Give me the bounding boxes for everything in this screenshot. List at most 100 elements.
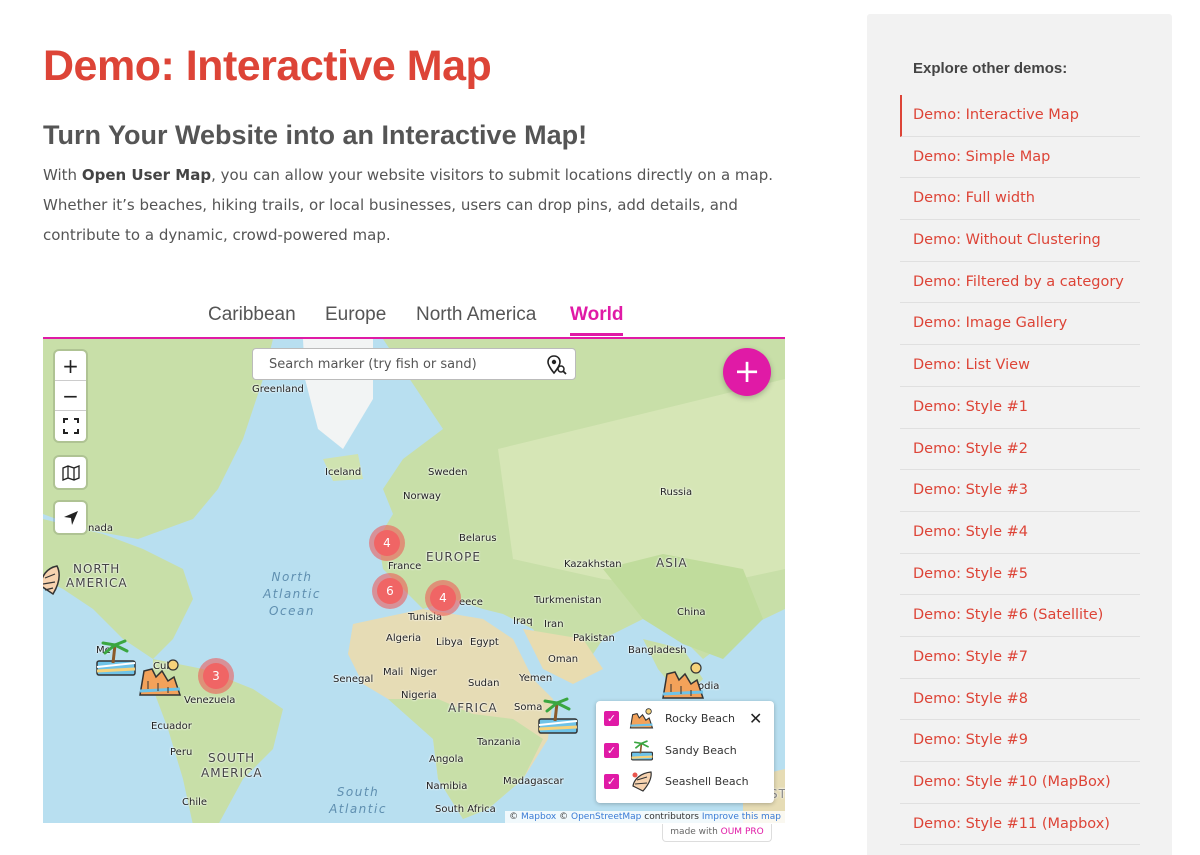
tab-caribbean[interactable]: Caribbean: [208, 300, 296, 336]
sidebar-item-full-width[interactable]: Demo: Full width: [900, 178, 1140, 221]
sidebar-title: Explore other demos:: [913, 60, 1068, 77]
map-label-north-america-2: AMERICA: [66, 576, 128, 590]
cluster-count: 6: [377, 578, 403, 604]
map-label-asia: ASIA: [656, 556, 688, 570]
legend-item-rocky-beach[interactable]: ✓ Rocky Beach: [604, 707, 735, 729]
sidebar-item-style-1[interactable]: Demo: Style #1: [900, 387, 1140, 429]
sidebar-item-style-6[interactable]: Demo: Style #6 (Satellite): [900, 595, 1140, 637]
map-label-mali: Mali: [383, 667, 404, 678]
made-with-text: made with: [670, 827, 721, 837]
demo-list: Demo: Interactive Map Demo: Simple Map D…: [900, 95, 1140, 846]
marker-cluster[interactable]: 4: [369, 525, 405, 561]
legend-close-button[interactable]: ✕: [749, 709, 762, 728]
sidebar-item-image-gallery[interactable]: Demo: Image Gallery: [900, 303, 1140, 346]
interactive-map[interactable]: + − + Greenland Iceland Sweden Norway Ru…: [43, 337, 785, 823]
marker-cluster[interactable]: 6: [372, 573, 408, 609]
sidebar-item-style-7[interactable]: Demo: Style #7: [900, 637, 1140, 679]
cluster-count: 3: [203, 663, 229, 689]
sandy-beach-marker[interactable]: [537, 695, 579, 739]
cluster-count: 4: [430, 585, 456, 611]
map-label-chile: Chile: [182, 797, 208, 808]
seashell-beach-icon: [632, 771, 652, 792]
seashell-beach-marker[interactable]: [43, 564, 61, 600]
fullscreen-button[interactable]: [55, 411, 86, 441]
map-label-iceland: Iceland: [325, 467, 362, 478]
improve-map-link[interactable]: Improve this map: [702, 812, 781, 822]
map-label-yemen: Yemen: [519, 673, 553, 684]
map-label-south-atlantic: South Atlantic: [323, 784, 393, 818]
rocky-beach-icon: [662, 662, 705, 699]
palm-beach-icon: [96, 639, 136, 676]
tab-world[interactable]: World: [570, 300, 624, 336]
map-label-iran: Iran: [544, 619, 564, 630]
attribution-copy: ©: [509, 812, 521, 822]
attribution-copy: ©: [556, 812, 571, 822]
map-label-angola: Angola: [429, 754, 464, 765]
sidebar-item-list-view[interactable]: Demo: List View: [900, 345, 1140, 387]
mapbox-link[interactable]: Mapbox: [521, 812, 556, 822]
rocky-beach-marker[interactable]: [138, 657, 184, 701]
sidebar-item-filtered-category[interactable]: Demo: Filtered by a category: [900, 262, 1140, 304]
rocky-beach-icon: [629, 708, 654, 729]
map-label-kazakhstan: Kazakhstan: [564, 559, 622, 570]
add-location-button[interactable]: +: [723, 348, 771, 396]
sidebar-item-style-2[interactable]: Demo: Style #2: [900, 429, 1140, 471]
search-pin-icon[interactable]: [547, 355, 567, 379]
rocky-beach-marker[interactable]: [661, 660, 707, 704]
map-label-venezuela: Venezuela: [184, 695, 236, 706]
map-label-greece: eece: [459, 597, 483, 608]
sidebar-item-style-3[interactable]: Demo: Style #3: [900, 470, 1140, 512]
map-label-canada: nada: [88, 523, 113, 534]
openstreetmap-link[interactable]: OpenStreetMap: [571, 812, 641, 822]
sidebar-item-interactive-map[interactable]: Demo: Interactive Map: [900, 95, 1140, 137]
intro-paragraph: With Open User Map, you can allow your w…: [43, 160, 783, 250]
map-label-sweden: Sweden: [428, 467, 468, 478]
zoom-controls: + −: [55, 351, 86, 441]
rocky-beach-icon: [139, 659, 182, 696]
tab-europe[interactable]: Europe: [325, 300, 386, 336]
legend-item-seashell-beach[interactable]: ✓ Seashell Beach: [604, 770, 749, 792]
marker-cluster[interactable]: 3: [198, 658, 234, 694]
map-label-russia: Russia: [660, 487, 693, 498]
sidebar-item-style-11[interactable]: Demo: Style #11 (Mapbox): [900, 804, 1140, 846]
sidebar-item-style-9[interactable]: Demo: Style #9: [900, 720, 1140, 762]
checkbox-sandy-beach[interactable]: ✓: [604, 742, 619, 758]
checkbox-seashell-beach[interactable]: ✓: [604, 773, 619, 789]
sidebar-item-without-clustering[interactable]: Demo: Without Clustering: [900, 220, 1140, 262]
zoom-out-button[interactable]: −: [55, 381, 86, 411]
map-label-oman: Oman: [548, 654, 579, 665]
map-label-egypt: Egypt: [470, 637, 499, 648]
legend-item-sandy-beach[interactable]: ✓ Sandy Beach: [604, 739, 737, 761]
marker-search: [252, 348, 576, 380]
sandy-beach-icon: [631, 740, 653, 761]
tab-north-america[interactable]: North America: [416, 300, 536, 336]
intro-bold[interactable]: Open User Map: [82, 166, 211, 184]
map-style-button[interactable]: [55, 457, 86, 488]
map-label-north-america-1: NORTH: [73, 562, 121, 576]
map-label-libya: Libya: [436, 637, 463, 648]
sidebar-item-simple-map[interactable]: Demo: Simple Map: [900, 137, 1140, 179]
sidebar: Explore other demos: Demo: Interactive M…: [867, 14, 1172, 855]
map-label-turkmenistan: Turkmenistan: [534, 595, 602, 606]
map-attribution: © Mapbox © OpenStreetMap contributors Im…: [505, 811, 785, 823]
sidebar-item-style-8[interactable]: Demo: Style #8: [900, 679, 1140, 721]
fullscreen-icon: [62, 418, 79, 434]
map-label-pakistan: Pakistan: [573, 633, 615, 644]
map-search-icon: [61, 464, 80, 481]
map-label-madagascar: Madagascar: [503, 776, 564, 787]
marker-search-input[interactable]: [253, 349, 533, 379]
sidebar-item-style-4[interactable]: Demo: Style #4: [900, 512, 1140, 554]
locate-me-button[interactable]: [55, 502, 86, 533]
zoom-in-button[interactable]: +: [55, 351, 86, 381]
checkbox-rocky-beach[interactable]: ✓: [604, 710, 619, 726]
map-label-bangladesh: Bangladesh: [628, 645, 687, 656]
sidebar-item-style-10[interactable]: Demo: Style #10 (MapBox): [900, 762, 1140, 804]
legend-label: Sandy Beach: [665, 743, 737, 757]
marker-cluster[interactable]: 4: [425, 580, 461, 616]
sandy-beach-marker[interactable]: [95, 637, 137, 681]
sidebar-item-style-5[interactable]: Demo: Style #5: [900, 554, 1140, 596]
made-with-badge[interactable]: made with OUM PRO: [662, 824, 772, 842]
intro-prefix: With: [43, 166, 82, 184]
map-label-nigeria: Nigeria: [401, 690, 437, 701]
map-label-belarus: Belarus: [459, 533, 497, 544]
